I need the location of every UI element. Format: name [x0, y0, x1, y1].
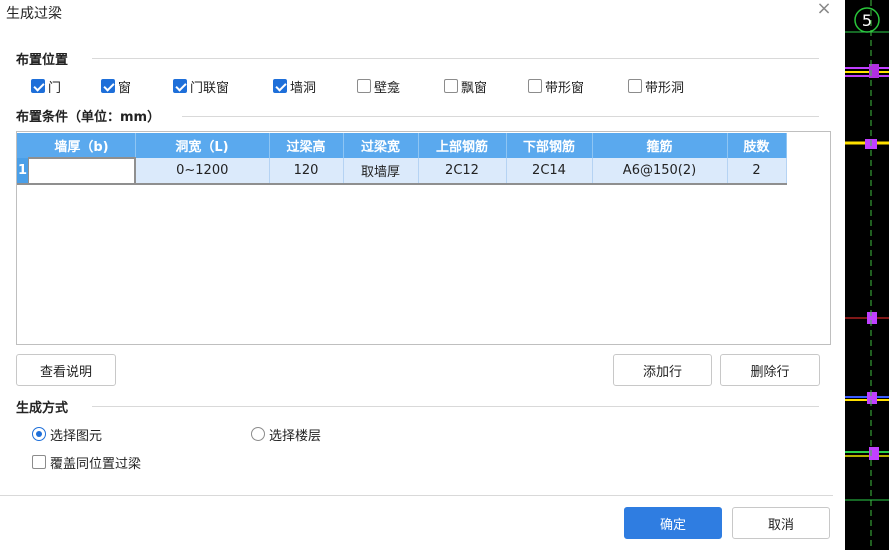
col-opening-width[interactable]: 洞宽（L) [135, 133, 270, 158]
col-stirrup[interactable]: 箍筋 [592, 133, 728, 158]
checkbox-strip-opening-box[interactable] [628, 79, 642, 93]
footer-divider [0, 495, 833, 496]
radio-select-element-dot[interactable] [32, 427, 46, 441]
conditions-section-label: 布置条件（单位：mm） [16, 110, 161, 125]
cell-lintel-width[interactable]: 取墙厚 [343, 158, 419, 185]
radio-select-floor[interactable]: 选择楼层 [251, 425, 322, 444]
checkbox-wall-opening-label: 墙洞 [290, 80, 317, 96]
conditions-grid[interactable]: 墙厚（b) 洞宽（L) 过梁高 过梁宽 上部钢筋 下部钢筋 箍筋 肢数 1 0~… [16, 131, 831, 345]
generate-divider [92, 406, 819, 407]
checkbox-window-label: 窗 [118, 80, 132, 96]
col-lintel-width[interactable]: 过梁宽 [343, 133, 419, 158]
checkbox-strip-window-label: 带形窗 [545, 80, 585, 96]
conditions-divider [182, 116, 819, 117]
checkbox-bay-window-label: 飘窗 [461, 80, 488, 96]
col-legs[interactable]: 肢数 [727, 133, 787, 158]
placement-section-label: 布置位置 [16, 53, 69, 68]
checkbox-wall-opening[interactable]: 墙洞 [273, 77, 317, 96]
col-top-rebar[interactable]: 上部钢筋 [418, 133, 507, 158]
table-header-row: 墙厚（b) 洞宽（L) 过梁高 过梁宽 上部钢筋 下部钢筋 箍筋 肢数 [17, 133, 787, 158]
checkbox-strip-window-box[interactable] [528, 79, 542, 93]
cell-stirrup[interactable]: A6@150(2) [592, 158, 728, 185]
checkbox-overwrite-label: 覆盖同位置过梁 [50, 456, 142, 472]
add-row-button[interactable]: 添加行 [613, 354, 712, 386]
cell-wall-thickness[interactable] [28, 157, 136, 185]
checkbox-door-box[interactable] [31, 79, 45, 93]
conditions-table: 墙厚（b) 洞宽（L) 过梁高 过梁宽 上部钢筋 下部钢筋 箍筋 肢数 1 0~… [17, 133, 787, 185]
close-icon[interactable]: × [814, 0, 834, 20]
checkbox-niche-label: 壁龛 [374, 80, 401, 96]
checkbox-niche-box[interactable] [357, 79, 371, 93]
col-wall-thickness[interactable]: 墙厚（b) [28, 133, 136, 158]
generate-section-label: 生成方式 [16, 401, 69, 416]
col-lintel-height[interactable]: 过梁高 [269, 133, 344, 158]
row-index[interactable]: 1 [17, 158, 29, 185]
placement-divider [92, 58, 819, 59]
delete-row-button[interactable]: 删除行 [720, 354, 820, 386]
generate-lintel-dialog: 生成过梁 × 布置位置 门 窗 门联窗 墙洞 壁龛 飘窗 带形窗 带形洞 布置条… [0, 0, 845, 550]
cell-top-rebar[interactable]: 2C12 [418, 158, 507, 185]
checkbox-niche[interactable]: 壁龛 [357, 77, 401, 96]
dialog-title: 生成过梁 [6, 6, 62, 22]
radio-select-floor-label: 选择楼层 [269, 428, 322, 444]
radio-select-floor-dot[interactable] [251, 427, 265, 441]
checkbox-bay-window[interactable]: 飘窗 [444, 77, 488, 96]
cad-drawing-area[interactable]: 5 [845, 0, 889, 550]
checkbox-door-label: 门 [48, 80, 62, 96]
checkbox-overwrite-box[interactable] [32, 455, 46, 469]
cell-opening-width[interactable]: 0~1200 [135, 158, 270, 185]
checkbox-wall-opening-box[interactable] [273, 79, 287, 93]
cell-bottom-rebar[interactable]: 2C14 [506, 158, 593, 185]
radio-select-element[interactable]: 选择图元 [32, 425, 103, 444]
checkbox-door[interactable]: 门 [31, 77, 62, 96]
col-bottom-rebar[interactable]: 下部钢筋 [506, 133, 593, 158]
checkbox-door-window-label: 门联窗 [190, 80, 230, 96]
cell-lintel-height[interactable]: 120 [269, 158, 344, 185]
checkbox-strip-opening[interactable]: 带形洞 [628, 77, 685, 96]
checkbox-door-window-box[interactable] [173, 79, 187, 93]
checkbox-window[interactable]: 窗 [101, 77, 132, 96]
cell-legs[interactable]: 2 [727, 158, 787, 185]
ok-button[interactable]: 确定 [624, 507, 722, 539]
row-header-corner [17, 133, 29, 158]
checkbox-strip-opening-label: 带形洞 [645, 80, 685, 96]
view-help-button[interactable]: 查看说明 [16, 354, 116, 386]
checkbox-strip-window[interactable]: 带形窗 [528, 77, 585, 96]
checkbox-door-window[interactable]: 门联窗 [173, 77, 230, 96]
checkbox-window-box[interactable] [101, 79, 115, 93]
radio-select-element-label: 选择图元 [50, 428, 103, 444]
checkbox-overwrite[interactable]: 覆盖同位置过梁 [32, 453, 142, 472]
cancel-button[interactable]: 取消 [732, 507, 830, 539]
cad-drawing-svg: 5 [845, 0, 889, 550]
checkbox-bay-window-box[interactable] [444, 79, 458, 93]
table-row[interactable]: 1 0~1200 120 取墙厚 2C12 2C14 A6@150(2) 2 [17, 157, 787, 185]
